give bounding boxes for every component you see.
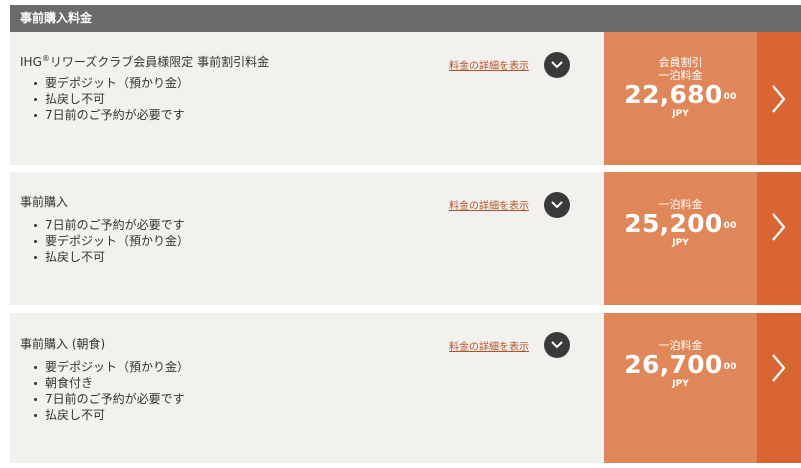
condition-item: 払戻し不可 bbox=[34, 91, 604, 107]
section-title: 事前購入料金 bbox=[20, 11, 93, 25]
condition-item: 朝食付き bbox=[34, 375, 604, 391]
expand-details-button[interactable] bbox=[544, 52, 570, 78]
price-amount: 25,20000 bbox=[624, 209, 737, 238]
condition-item: 払戻し不可 bbox=[34, 249, 604, 265]
rate-details-link[interactable]: 料金の詳細を表示 bbox=[449, 197, 529, 212]
rate-info: IHG®リワーズクラブ会員様限定 事前割引料金 要デポジット（預かり金） 払戻し… bbox=[10, 32, 604, 165]
chevron-right-icon bbox=[772, 354, 786, 382]
rate-details-link[interactable]: 料金の詳細を表示 bbox=[449, 338, 529, 353]
select-rate-button[interactable] bbox=[757, 172, 801, 305]
select-rate-button[interactable] bbox=[757, 313, 801, 463]
rate-conditions: 要デポジット（預かり金） 朝食付き 7日前のご予約が必要です 払戻し不可 bbox=[20, 359, 604, 423]
expand-details-button[interactable] bbox=[544, 192, 570, 218]
rate-details-link[interactable]: 料金の詳細を表示 bbox=[449, 57, 529, 72]
condition-item: 7日前のご予約が必要です bbox=[34, 107, 604, 123]
price-amount: 22,68000 bbox=[624, 80, 737, 109]
price-label: 会員割引 bbox=[658, 56, 703, 69]
price-currency: JPY bbox=[672, 238, 689, 248]
condition-item: 払戻し不可 bbox=[34, 407, 604, 423]
condition-item: 7日前のご予約が必要です bbox=[34, 217, 604, 233]
rate-card: 事前購入 7日前のご予約が必要です 要デポジット（預かり金） 払戻し不可 料金の… bbox=[10, 172, 801, 305]
section-header: 事前購入料金 bbox=[10, 5, 801, 32]
price-currency: JPY bbox=[672, 109, 689, 119]
price-box[interactable]: 会員割引 一泊料金 22,68000 JPY bbox=[604, 32, 757, 165]
rate-card: 事前購入 (朝食) 要デポジット（預かり金） 朝食付き 7日前のご予約が必要です… bbox=[10, 313, 801, 463]
chevron-right-icon bbox=[772, 213, 786, 241]
chevron-down-icon bbox=[551, 341, 563, 349]
expand-details-button[interactable] bbox=[544, 332, 570, 358]
chevron-right-icon bbox=[772, 85, 786, 113]
select-rate-button[interactable] bbox=[757, 32, 801, 165]
condition-item: 要デポジット（預かり金） bbox=[34, 359, 604, 375]
price-box[interactable]: 一泊料金 26,70000 JPY bbox=[604, 313, 757, 463]
condition-item: 要デポジット（預かり金） bbox=[34, 233, 604, 249]
rate-conditions: 要デポジット（預かり金） 払戻し不可 7日前のご予約が必要です bbox=[20, 75, 604, 123]
rate-conditions: 7日前のご予約が必要です 要デポジット（預かり金） 払戻し不可 bbox=[20, 217, 604, 265]
price-amount: 26,70000 bbox=[624, 350, 737, 379]
chevron-down-icon bbox=[551, 61, 563, 69]
price-box[interactable]: 一泊料金 25,20000 JPY bbox=[604, 172, 757, 305]
condition-item: 要デポジット（預かり金） bbox=[34, 75, 604, 91]
rate-info: 事前購入 7日前のご予約が必要です 要デポジット（預かり金） 払戻し不可 bbox=[10, 172, 604, 305]
chevron-down-icon bbox=[551, 201, 563, 209]
price-currency: JPY bbox=[672, 379, 689, 389]
rate-info: 事前購入 (朝食) 要デポジット（預かり金） 朝食付き 7日前のご予約が必要です… bbox=[10, 313, 604, 463]
condition-item: 7日前のご予約が必要です bbox=[34, 391, 604, 407]
rate-card: IHG®リワーズクラブ会員様限定 事前割引料金 要デポジット（預かり金） 払戻し… bbox=[10, 32, 801, 165]
